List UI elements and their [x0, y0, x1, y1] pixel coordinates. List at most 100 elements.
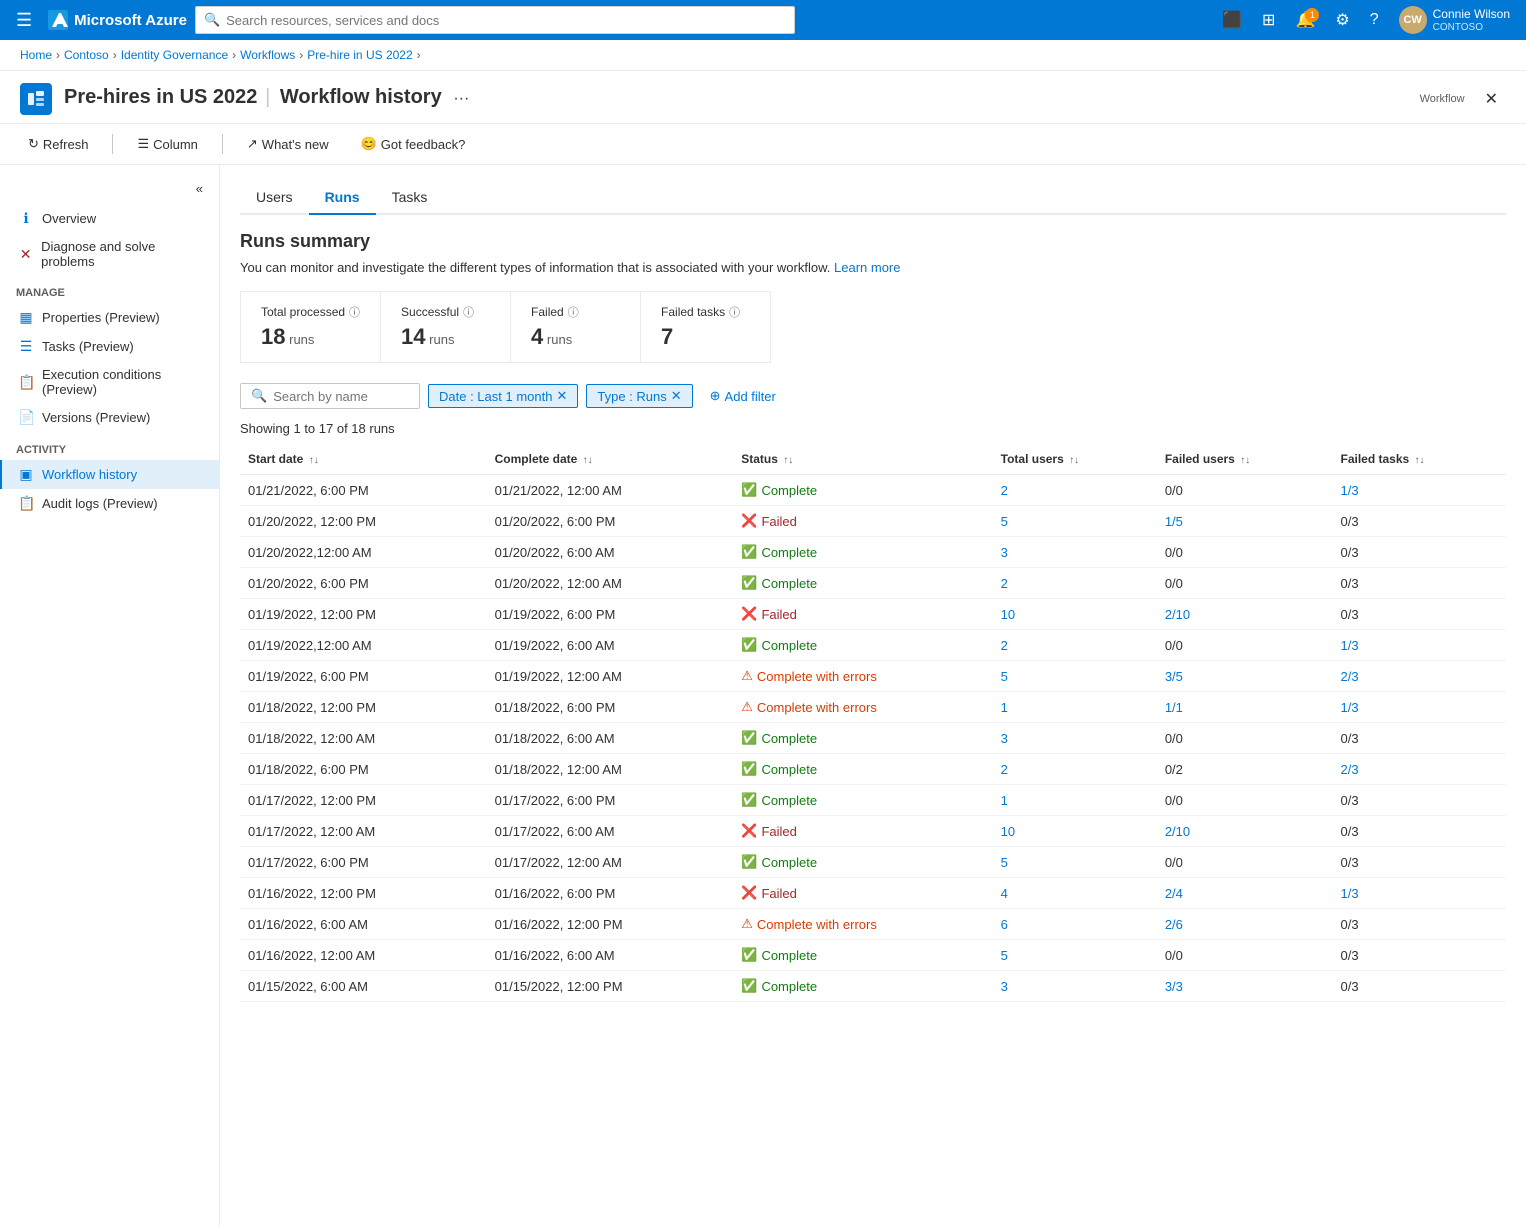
search-input[interactable] — [226, 13, 786, 28]
failed-tasks-link[interactable]: 1/3 — [1341, 886, 1359, 901]
cell-failed-tasks[interactable]: 1/3 — [1333, 475, 1507, 506]
cell-total-users[interactable]: 3 — [993, 537, 1157, 568]
total-users-link[interactable]: 3 — [1001, 979, 1008, 994]
search-by-name-input[interactable] — [273, 389, 409, 404]
sidebar-item-versions[interactable]: 📄 Versions (Preview) — [0, 403, 219, 432]
breadcrumb-prehire[interactable]: Pre-hire in US 2022 — [307, 48, 412, 62]
portal-menu-icon[interactable]: ⊞ — [1254, 6, 1283, 34]
sidebar-item-workflow-history[interactable]: ▣ Workflow history — [0, 460, 219, 489]
sidebar-item-diagnose[interactable]: ✕ Diagnose and solve problems — [0, 233, 219, 275]
cell-failed-users[interactable]: 3/5 — [1157, 661, 1333, 692]
close-button[interactable]: ✕ — [1477, 85, 1506, 113]
col-start-date[interactable]: Start date ↑↓ — [240, 444, 487, 475]
notification-icon[interactable]: 🔔 1 — [1287, 6, 1323, 34]
col-total-users[interactable]: Total users ↑↓ — [993, 444, 1157, 475]
collapse-button[interactable]: « — [0, 173, 219, 204]
cell-total-users[interactable]: 6 — [993, 909, 1157, 940]
tab-tasks[interactable]: Tasks — [376, 181, 444, 215]
cell-total-users[interactable]: 2 — [993, 475, 1157, 506]
failed-users-link[interactable]: 1/5 — [1165, 514, 1183, 529]
failed-users-link[interactable]: 1/1 — [1165, 700, 1183, 715]
total-users-link[interactable]: 2 — [1001, 483, 1008, 498]
failed-users-link[interactable]: 3/5 — [1165, 669, 1183, 684]
tab-runs[interactable]: Runs — [309, 181, 376, 215]
failed-tasks-link[interactable]: 2/3 — [1341, 762, 1359, 777]
sidebar-item-properties[interactable]: ▦ Properties (Preview) — [0, 303, 219, 332]
info-icon-failed-tasks[interactable]: ⓘ — [729, 304, 740, 320]
whats-new-button[interactable]: ↗ What's new — [239, 132, 337, 156]
help-icon[interactable]: ? — [1362, 7, 1387, 33]
date-filter-close[interactable]: ✕ — [556, 388, 567, 404]
cell-total-users[interactable]: 1 — [993, 785, 1157, 816]
breadcrumb-identity-governance[interactable]: Identity Governance — [121, 48, 228, 62]
total-users-link[interactable]: 4 — [1001, 886, 1008, 901]
settings-icon[interactable]: ⚙ — [1327, 6, 1357, 34]
feedback-button[interactable]: 😊 Got feedback? — [353, 132, 474, 156]
breadcrumb-workflows[interactable]: Workflows — [240, 48, 295, 62]
cell-total-users[interactable]: 2 — [993, 630, 1157, 661]
cell-failed-tasks[interactable]: 1/3 — [1333, 692, 1507, 723]
cell-failed-tasks[interactable]: 1/3 — [1333, 630, 1507, 661]
breadcrumb-home[interactable]: Home — [20, 48, 52, 62]
failed-users-link[interactable]: 2/10 — [1165, 607, 1190, 622]
hamburger-menu[interactable]: ☰ — [8, 6, 40, 35]
info-icon-failed[interactable]: ⓘ — [568, 304, 579, 320]
total-users-link[interactable]: 3 — [1001, 545, 1008, 560]
total-users-link[interactable]: 2 — [1001, 638, 1008, 653]
cell-total-users[interactable]: 10 — [993, 816, 1157, 847]
cell-total-users[interactable]: 5 — [993, 940, 1157, 971]
total-users-link[interactable]: 6 — [1001, 917, 1008, 932]
total-users-link[interactable]: 5 — [1001, 514, 1008, 529]
failed-tasks-link[interactable]: 2/3 — [1341, 669, 1359, 684]
failed-users-link[interactable]: 2/6 — [1165, 917, 1183, 932]
col-failed-users[interactable]: Failed users ↑↓ — [1157, 444, 1333, 475]
cell-failed-users[interactable]: 2/6 — [1157, 909, 1333, 940]
col-complete-date[interactable]: Complete date ↑↓ — [487, 444, 734, 475]
total-users-link[interactable]: 1 — [1001, 700, 1008, 715]
cell-total-users[interactable]: 2 — [993, 754, 1157, 785]
total-users-link[interactable]: 5 — [1001, 855, 1008, 870]
more-options-button[interactable]: ··· — [445, 86, 477, 112]
info-icon-total[interactable]: ⓘ — [349, 304, 360, 320]
total-users-link[interactable]: 2 — [1001, 576, 1008, 591]
total-users-link[interactable]: 1 — [1001, 793, 1008, 808]
cell-failed-users[interactable]: 1/1 — [1157, 692, 1333, 723]
failed-users-link[interactable]: 2/10 — [1165, 824, 1190, 839]
total-users-link[interactable]: 3 — [1001, 731, 1008, 746]
sidebar-item-audit-logs[interactable]: 📋 Audit logs (Preview) — [0, 489, 219, 518]
cell-total-users[interactable]: 3 — [993, 723, 1157, 754]
cell-failed-users[interactable]: 2/4 — [1157, 878, 1333, 909]
total-users-link[interactable]: 5 — [1001, 669, 1008, 684]
cell-total-users[interactable]: 5 — [993, 847, 1157, 878]
add-filter-button[interactable]: ⊕ Add filter — [701, 384, 785, 408]
type-filter-tag[interactable]: Type : Runs ✕ — [586, 384, 692, 408]
refresh-button[interactable]: ↻ Refresh — [20, 132, 96, 156]
cloud-shell-icon[interactable]: ⬛ — [1214, 6, 1250, 34]
failed-tasks-link[interactable]: 1/3 — [1341, 483, 1359, 498]
total-users-link[interactable]: 10 — [1001, 824, 1015, 839]
sidebar-item-tasks[interactable]: ☰ Tasks (Preview) — [0, 332, 219, 361]
failed-tasks-link[interactable]: 1/3 — [1341, 700, 1359, 715]
failed-tasks-link[interactable]: 1/3 — [1341, 638, 1359, 653]
sidebar-item-execution[interactable]: 📋 Execution conditions (Preview) — [0, 361, 219, 403]
cell-failed-users[interactable]: 1/5 — [1157, 506, 1333, 537]
user-profile[interactable]: CW Connie Wilson CONTOSO — [1391, 6, 1518, 34]
column-button[interactable]: ☰ Column — [129, 132, 205, 156]
cell-total-users[interactable]: 1 — [993, 692, 1157, 723]
cell-total-users[interactable]: 10 — [993, 599, 1157, 630]
cell-total-users[interactable]: 5 — [993, 661, 1157, 692]
date-filter-tag[interactable]: Date : Last 1 month ✕ — [428, 384, 578, 408]
breadcrumb-contoso[interactable]: Contoso — [64, 48, 109, 62]
cell-failed-tasks[interactable]: 2/3 — [1333, 754, 1507, 785]
cell-total-users[interactable]: 3 — [993, 971, 1157, 1002]
failed-users-link[interactable]: 2/4 — [1165, 886, 1183, 901]
total-users-link[interactable]: 2 — [1001, 762, 1008, 777]
tab-users[interactable]: Users — [240, 181, 309, 215]
info-icon-successful[interactable]: ⓘ — [463, 304, 474, 320]
total-users-link[interactable]: 10 — [1001, 607, 1015, 622]
failed-users-link[interactable]: 3/3 — [1165, 979, 1183, 994]
global-search[interactable]: 🔍 — [195, 6, 795, 34]
total-users-link[interactable]: 5 — [1001, 948, 1008, 963]
cell-failed-users[interactable]: 2/10 — [1157, 599, 1333, 630]
cell-total-users[interactable]: 2 — [993, 568, 1157, 599]
